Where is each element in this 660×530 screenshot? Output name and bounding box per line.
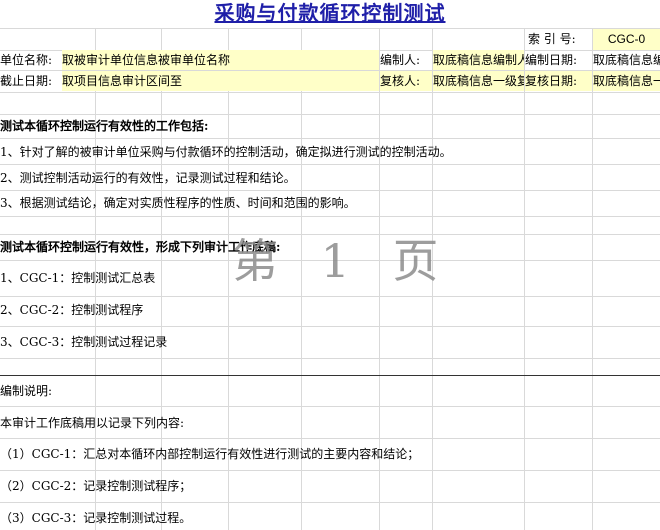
index-value[interactable]: CGC-0 <box>593 29 660 50</box>
section1-heading: 测试本循环控制运行有效性的工作包括: <box>0 119 209 133</box>
page-title: 采购与付款循环控制测试 <box>214 1 446 25</box>
notes-item: （1）CGC-1：汇总对本循环内部控制运行有效性进行测试的主要内容和结论； <box>0 447 420 461</box>
prepare-date-value[interactable]: 取底稿信息编制日期 <box>593 50 660 70</box>
prepare-date-label: 编制日期: <box>525 53 578 67</box>
review-date-label: 复核日期: <box>525 71 592 91</box>
unit-name-label: 单位名称: <box>0 53 53 67</box>
notes-intro: 本审计工作底稿用以记录下列内容: <box>0 416 185 430</box>
cutoff-date-label: 截止日期: <box>0 74 53 88</box>
review-date-value[interactable]: 取底稿信息一级复核日期 <box>593 71 660 91</box>
reviewer-value[interactable]: 取底稿信息一级复核人 <box>433 71 524 91</box>
cutoff-date-value[interactable]: 取项目信息审计区间至 <box>62 71 379 91</box>
preparer-label: 编制人: <box>380 53 421 67</box>
notes-item: （2）CGC-2：记录控制测试程序； <box>0 479 192 493</box>
reviewer-label: 复核人: <box>380 71 432 91</box>
unit-name-value[interactable]: 取被审计单位信息被审单位名称 <box>62 50 379 70</box>
section1-item: 2、测试控制活动运行的有效性，记录测试过程和结论。 <box>0 171 296 185</box>
notes-heading: 编制说明: <box>0 384 53 398</box>
notes-item: （3）CGC-3：记录控制测试过程。 <box>0 511 192 525</box>
section2-item: 2、CGC-2：控制测试程序 <box>0 303 144 317</box>
section1-item: 3、根据测试结论，确定对实质性程序的性质、时间和范围的影响。 <box>0 196 356 210</box>
page-watermark: 第 1 页 <box>232 234 453 288</box>
preparer-value[interactable]: 取底稿信息编制人 <box>433 50 524 70</box>
index-label: 索 引 号: <box>528 32 576 46</box>
section1-item: 1、针对了解的被审计单位采购与付款循环的控制活动，确定拟进行测试的控制活动。 <box>0 145 452 159</box>
section2-item: 3、CGC-3：控制测试过程记录 <box>0 335 168 349</box>
